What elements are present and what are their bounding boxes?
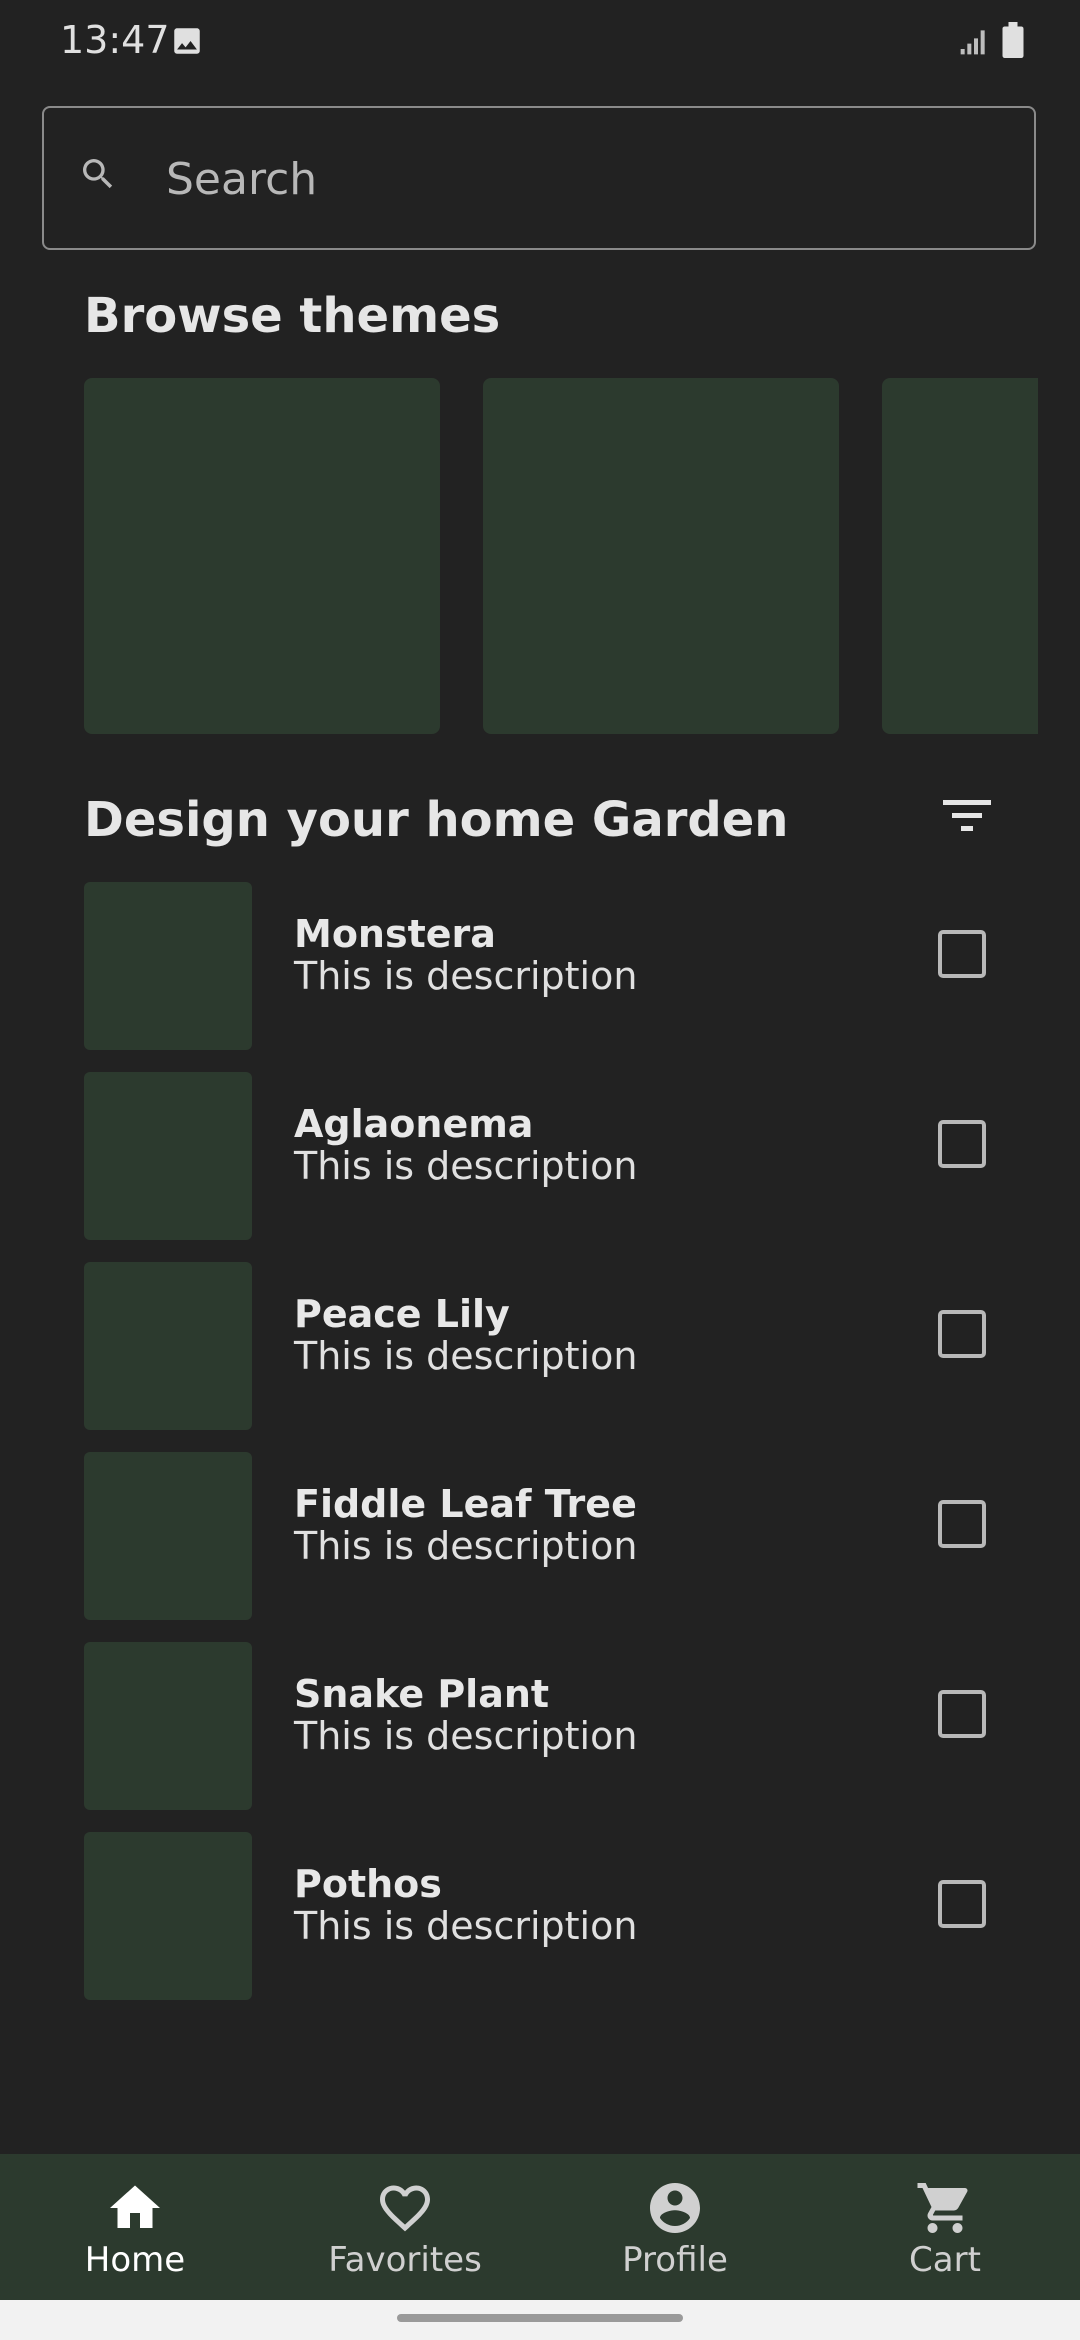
filter-icon [940,796,994,840]
signal-icon [958,24,990,62]
plant-name: Pothos [294,1862,442,1906]
theme-card[interactable] [483,378,839,734]
list-item[interactable]: Pothos This is description [84,1832,1024,2000]
account-circle-icon [645,2178,705,2238]
nav-label: Home [84,2240,186,2280]
battery-icon [1002,22,1024,62]
status-indicators [958,22,1024,62]
home-icon [105,2178,165,2238]
plant-checkbox[interactable] [938,1880,986,1928]
plant-checkbox[interactable] [938,1690,986,1738]
plant-name: Peace Lily [294,1292,510,1336]
search-input[interactable] [164,138,988,220]
filter-button[interactable] [924,788,1010,848]
list-item[interactable]: Peace Lily This is description [84,1262,1024,1430]
plant-description: This is description [294,954,638,998]
nav-profile[interactable]: Profile [540,2154,810,2300]
plant-name: Snake Plant [294,1672,550,1716]
list-item[interactable]: Aglaonema This is description [84,1072,1024,1240]
list-item[interactable]: Monstera This is description [84,882,1024,1050]
nav-cart[interactable]: Cart [810,2154,1080,2300]
plant-checkbox[interactable] [938,1500,986,1548]
list-item[interactable]: Snake Plant This is description [84,1642,1024,1810]
list-item[interactable]: Fiddle Leaf Tree This is description [84,1452,1024,1620]
plant-name: Monstera [294,912,496,956]
plant-description: This is description [294,1904,638,1948]
cart-icon [915,2178,975,2238]
plant-name: Aglaonema [294,1102,534,1146]
plant-thumbnail [84,1262,252,1430]
garden-section-title: Design your home Garden [84,792,789,848]
plant-description: This is description [294,1334,638,1378]
plant-name: Fiddle Leaf Tree [294,1482,637,1526]
image-notification-icon [170,24,204,62]
browse-themes-title: Browse themes [84,288,501,344]
plant-thumbnail [84,1072,252,1240]
heart-icon [375,2178,435,2238]
gesture-handle[interactable] [397,2314,683,2322]
search-icon [78,154,118,198]
plant-thumbnail [84,882,252,1050]
theme-card[interactable] [882,378,1038,734]
plant-checkbox[interactable] [938,930,986,978]
plant-checkbox[interactable] [938,1120,986,1168]
plant-checkbox[interactable] [938,1310,986,1358]
plant-description: This is description [294,1524,638,1568]
nav-label: Favorites [328,2240,482,2280]
theme-card[interactable] [84,378,440,734]
plant-thumbnail [84,1832,252,2000]
status-time: 13:47 [60,18,170,62]
plant-thumbnail [84,1452,252,1620]
nav-label: Profile [622,2240,728,2280]
plant-description: This is description [294,1714,638,1758]
nav-label: Cart [909,2240,981,2280]
themes-carousel[interactable] [84,378,1038,734]
plant-thumbnail [84,1642,252,1810]
search-field[interactable] [42,106,1036,250]
nav-favorites[interactable]: Favorites [270,2154,540,2300]
nav-home[interactable]: Home [0,2154,270,2300]
status-bar: 13:47 [0,0,1080,84]
bottom-navigation: Home Favorites Profile Cart [0,2154,1080,2300]
plant-description: This is description [294,1144,638,1188]
gesture-navigation-area [0,2300,1080,2340]
